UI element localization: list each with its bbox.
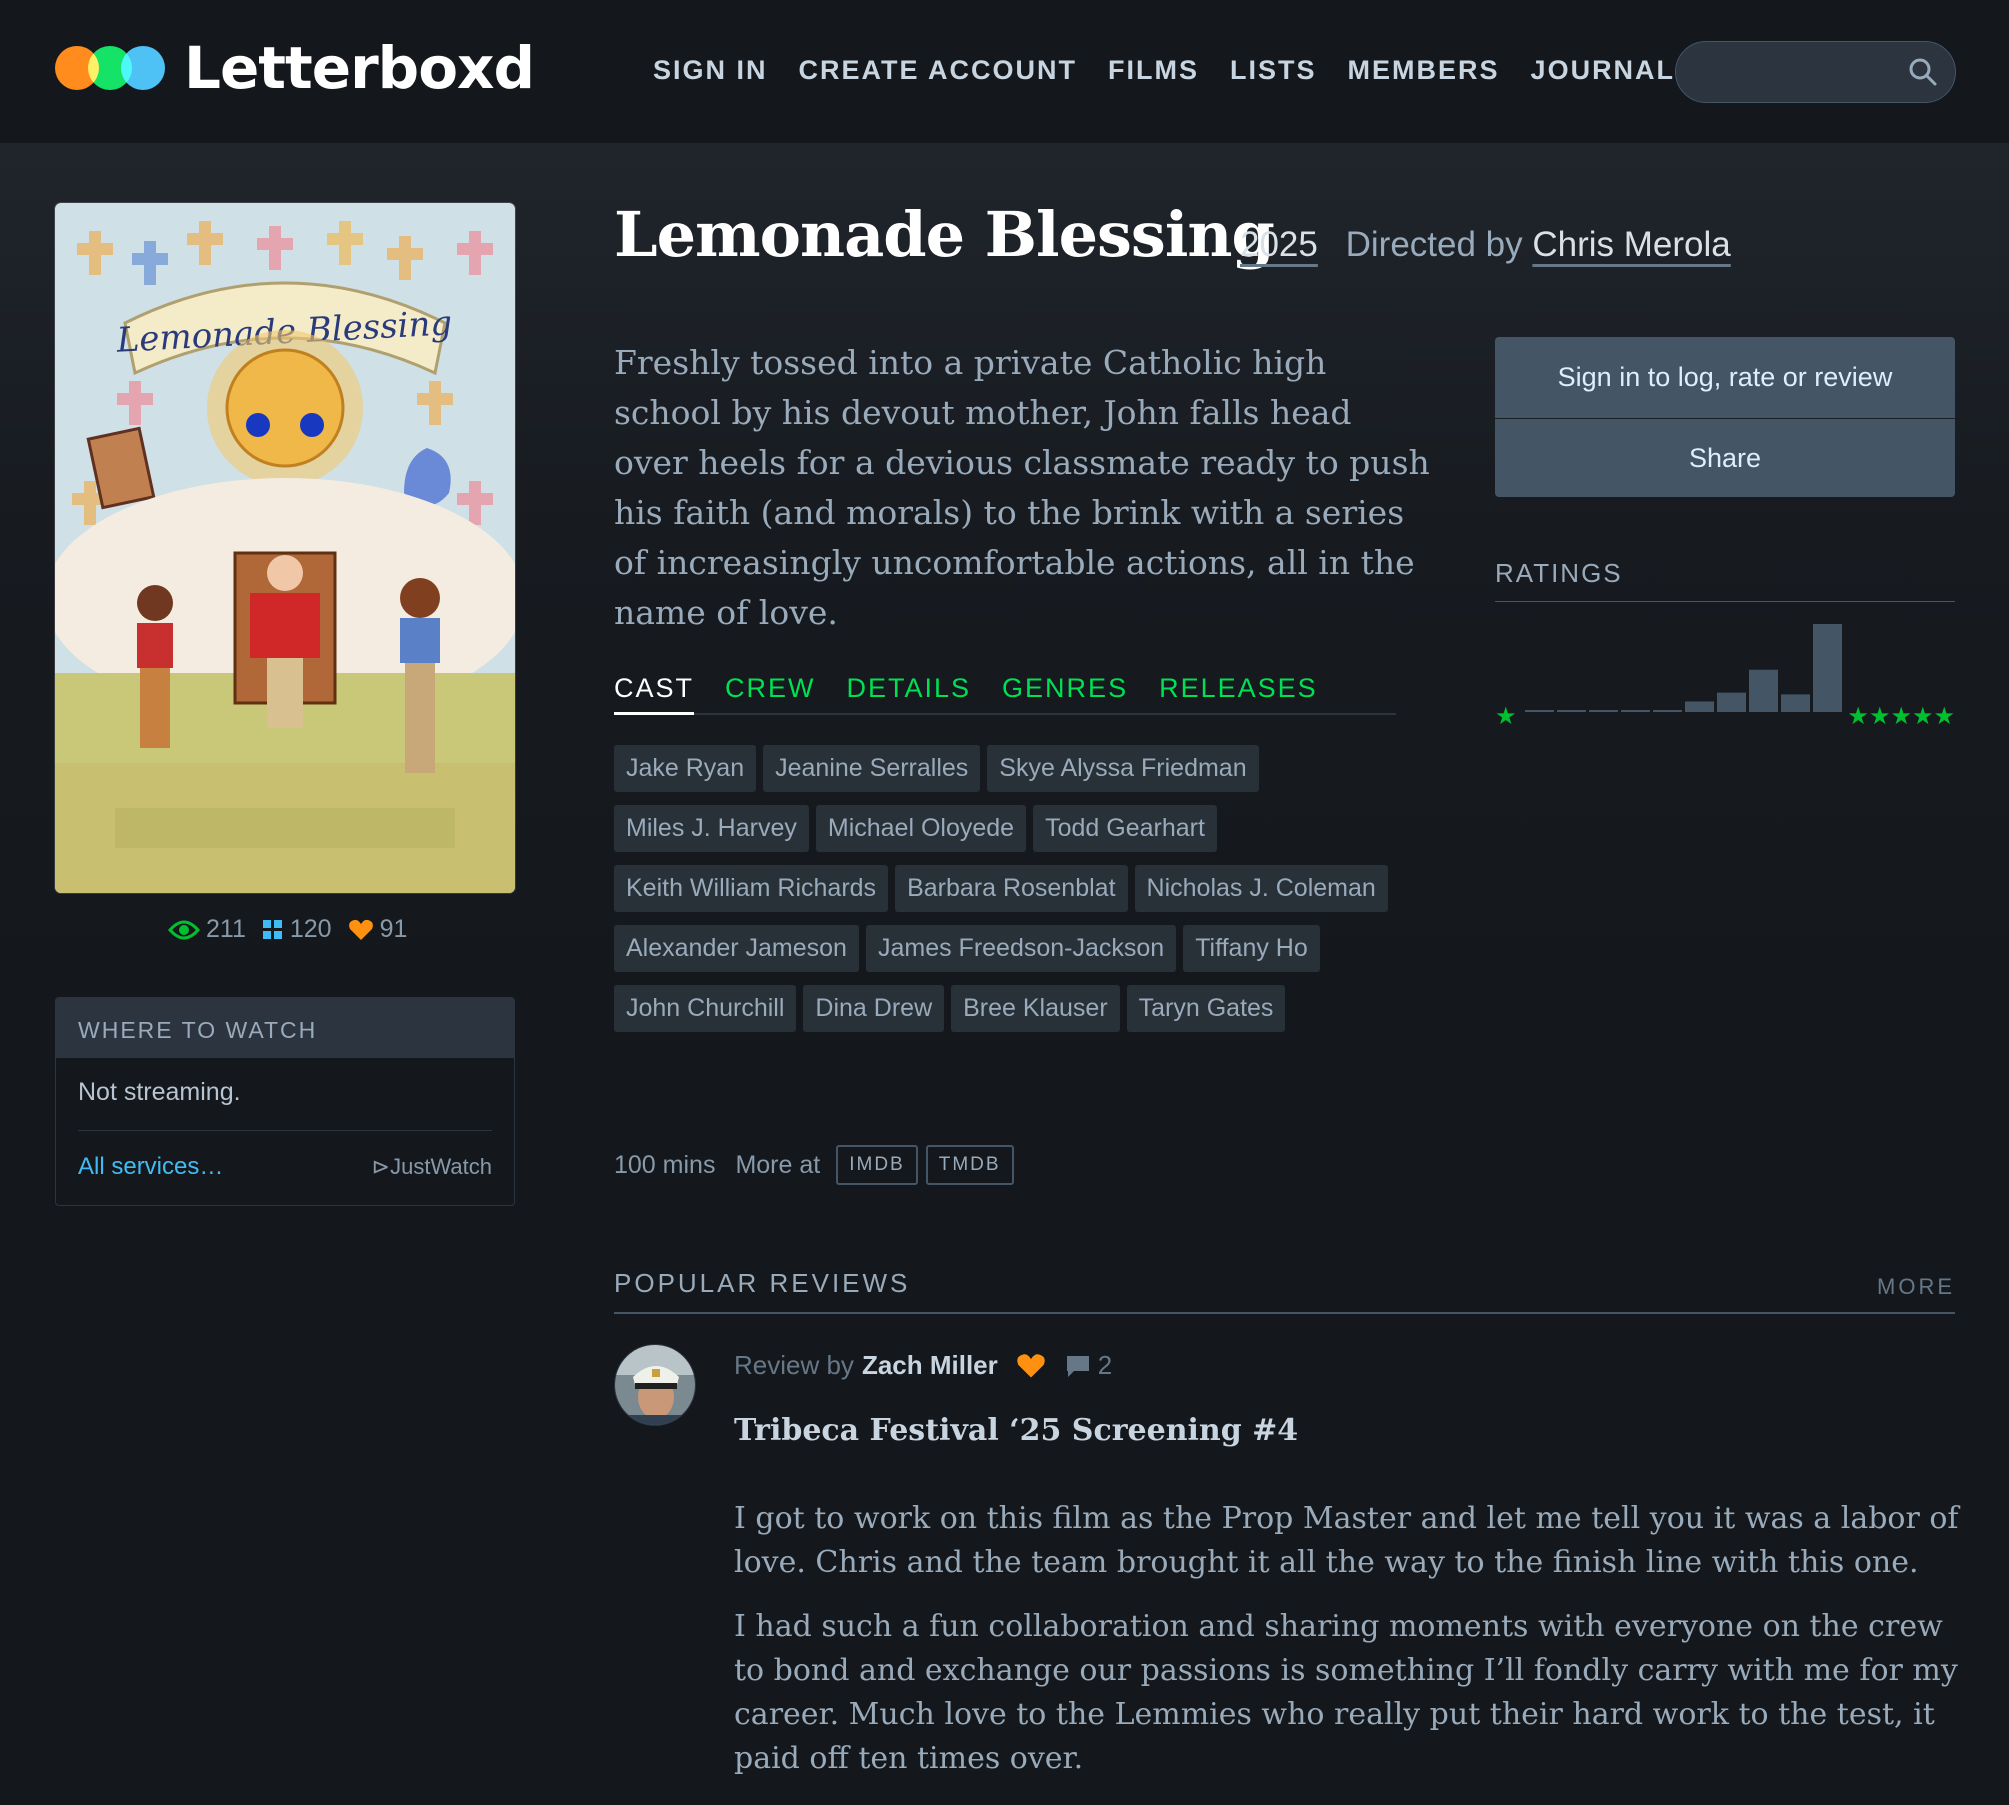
heart-icon bbox=[348, 919, 373, 940]
logo-text: Letterboxd bbox=[184, 34, 535, 102]
review-paragraph: I had such a fun collaboration and shari… bbox=[734, 1609, 1958, 1776]
poster-artwork: Lemonade Blessing bbox=[55, 203, 515, 893]
film-tabs: CAST CREW DETAILS GENRES RELEASES bbox=[614, 673, 1396, 715]
nav-lists[interactable]: LISTS bbox=[1230, 55, 1317, 86]
logo-dot-blue bbox=[121, 46, 165, 90]
film-meta: 2025 Directed by Chris Merola bbox=[1240, 225, 1731, 265]
rating-bar[interactable] bbox=[1781, 694, 1810, 712]
site-header: Letterboxd SIGN IN CREATE ACCOUNT FILMS … bbox=[0, 0, 2009, 143]
tmdb-link[interactable]: TMDB bbox=[925, 1145, 1014, 1185]
cast-chip[interactable]: Bree Klauser bbox=[951, 985, 1120, 1032]
search-input[interactable] bbox=[1675, 41, 1956, 103]
cast-chip[interactable]: Miles J. Harvey bbox=[614, 805, 809, 852]
director-link[interactable]: Chris Merola bbox=[1532, 225, 1730, 264]
cast-list: Jake Ryan Jeanine Serralles Skye Alyssa … bbox=[614, 745, 1404, 1045]
tab-details[interactable]: DETAILS bbox=[847, 673, 972, 713]
film-poster[interactable]: Lemonade Blessing bbox=[55, 203, 515, 893]
heart-icon bbox=[1017, 1353, 1045, 1378]
justwatch-logo[interactable]: ⊳JustWatch bbox=[372, 1154, 492, 1180]
high-stars-label: ★★★★★ bbox=[1847, 703, 1955, 730]
rating-bar[interactable] bbox=[1685, 701, 1714, 712]
nav-journal[interactable]: JOURNAL bbox=[1531, 55, 1676, 86]
cast-chip[interactable]: Jeanine Serralles bbox=[763, 745, 981, 792]
cast-chip[interactable]: Alexander Jameson bbox=[614, 925, 859, 972]
eye-icon bbox=[168, 920, 200, 939]
rating-bar[interactable] bbox=[1813, 624, 1842, 712]
imdb-link[interactable]: IMDB bbox=[836, 1145, 918, 1185]
lists-count: 120 bbox=[289, 915, 332, 943]
cast-chip[interactable]: Michael Oloyede bbox=[815, 805, 1027, 852]
search-icon[interactable] bbox=[1907, 56, 1939, 88]
runtime: 100 mins bbox=[614, 1150, 716, 1179]
where-to-watch-heading: WHERE TO WATCH bbox=[56, 998, 514, 1058]
tab-releases[interactable]: RELEASES bbox=[1159, 673, 1318, 713]
rating-bar[interactable] bbox=[1589, 710, 1618, 712]
sign-in-to-log-button[interactable]: Sign in to log, rate or review bbox=[1495, 337, 1955, 418]
cast-chip[interactable]: Todd Gearhart bbox=[1033, 805, 1217, 852]
cast-chip[interactable]: John Churchill bbox=[614, 985, 797, 1032]
cast-chip[interactable]: Nicholas J. Coleman bbox=[1134, 865, 1388, 912]
nav-films[interactable]: FILMS bbox=[1108, 55, 1199, 86]
more-reviews-link[interactable]: MORE bbox=[1877, 1268, 1955, 1300]
ratings-heading: RATINGS bbox=[1495, 558, 1955, 602]
actions-panel: Sign in to log, rate or review Share bbox=[1495, 337, 1955, 497]
rating-bar[interactable] bbox=[1525, 710, 1554, 712]
nav-sign-in[interactable]: SIGN IN bbox=[653, 55, 768, 86]
share-button[interactable]: Share bbox=[1495, 419, 1955, 497]
review-meta: Review by Zach Miller 2 bbox=[734, 1350, 1112, 1381]
cast-chip[interactable]: Barbara Rosenblat bbox=[895, 865, 1128, 912]
runtime-row: 100 mins More at IMDB TMDB bbox=[614, 1145, 1014, 1185]
tab-crew[interactable]: CREW bbox=[725, 673, 816, 713]
nav-create-account[interactable]: CREATE ACCOUNT bbox=[799, 55, 1078, 86]
film-title: Lemonade Blessing bbox=[614, 198, 1275, 271]
cast-chip[interactable]: James Freedson-Jackson bbox=[865, 925, 1177, 972]
film-synopsis: Freshly tossed into a private Catholic h… bbox=[614, 343, 1430, 632]
cast-chip[interactable]: Dina Drew bbox=[803, 985, 945, 1032]
directed-by-label: Directed by bbox=[1345, 225, 1523, 264]
main-nav: SIGN IN CREATE ACCOUNT FILMS LISTS MEMBE… bbox=[653, 55, 1706, 86]
list-icon bbox=[262, 919, 282, 939]
cast-chip[interactable]: Jake Ryan bbox=[614, 745, 757, 792]
cast-chip[interactable]: Skye Alyssa Friedman bbox=[987, 745, 1259, 792]
avatar-image bbox=[615, 1345, 695, 1425]
likes-count: 91 bbox=[379, 915, 408, 943]
cast-chip[interactable]: Taryn Gates bbox=[1126, 985, 1286, 1032]
rating-bar[interactable] bbox=[1557, 710, 1586, 712]
ratings-histogram: ★ ★★★★★ bbox=[1495, 624, 1955, 730]
rating-bar[interactable] bbox=[1717, 692, 1746, 712]
comment-icon[interactable] bbox=[1064, 1353, 1092, 1379]
review-author-link[interactable]: Zach Miller bbox=[862, 1350, 998, 1381]
tab-genres[interactable]: GENRES bbox=[1002, 673, 1128, 713]
popular-reviews-heading: POPULAR REVIEWS bbox=[614, 1268, 911, 1298]
film-stats: 211 120 91 bbox=[168, 915, 423, 944]
tab-cast[interactable]: CAST bbox=[614, 673, 695, 715]
review-by-label: Review by bbox=[734, 1350, 854, 1380]
review-title[interactable]: Tribeca Festival ‘25 Screening #4 bbox=[734, 1413, 1298, 1448]
streaming-status: Not streaming. bbox=[78, 1078, 241, 1106]
release-year-link[interactable]: 2025 bbox=[1240, 225, 1318, 264]
cast-chip[interactable]: Tiffany Ho bbox=[1183, 925, 1320, 972]
rating-bar[interactable] bbox=[1749, 669, 1778, 712]
where-to-watch-panel: WHERE TO WATCH Not streaming. All servic… bbox=[55, 997, 515, 1206]
review-body: I got to work on this film as the Prop M… bbox=[734, 1497, 1964, 1801]
rating-bar[interactable] bbox=[1621, 710, 1650, 712]
all-services-link[interactable]: All services… bbox=[78, 1153, 223, 1181]
nav-members[interactable]: MEMBERS bbox=[1348, 55, 1500, 86]
play-icon: ⊳ bbox=[371, 1154, 391, 1179]
review-paragraph: I got to work on this film as the Prop M… bbox=[734, 1501, 1959, 1580]
more-at-label: More at bbox=[735, 1150, 821, 1179]
watched-count: 211 bbox=[206, 915, 246, 943]
logo[interactable]: Letterboxd bbox=[55, 34, 535, 102]
cast-chip[interactable]: Keith William Richards bbox=[614, 865, 889, 912]
avatar[interactable] bbox=[614, 1344, 696, 1426]
low-star-label: ★ bbox=[1495, 703, 1517, 730]
popular-reviews-header: POPULAR REVIEWS MORE bbox=[614, 1268, 1955, 1314]
justwatch-label: JustWatch bbox=[390, 1154, 492, 1179]
rating-bar[interactable] bbox=[1653, 710, 1682, 712]
comment-count[interactable]: 2 bbox=[1098, 1350, 1112, 1381]
